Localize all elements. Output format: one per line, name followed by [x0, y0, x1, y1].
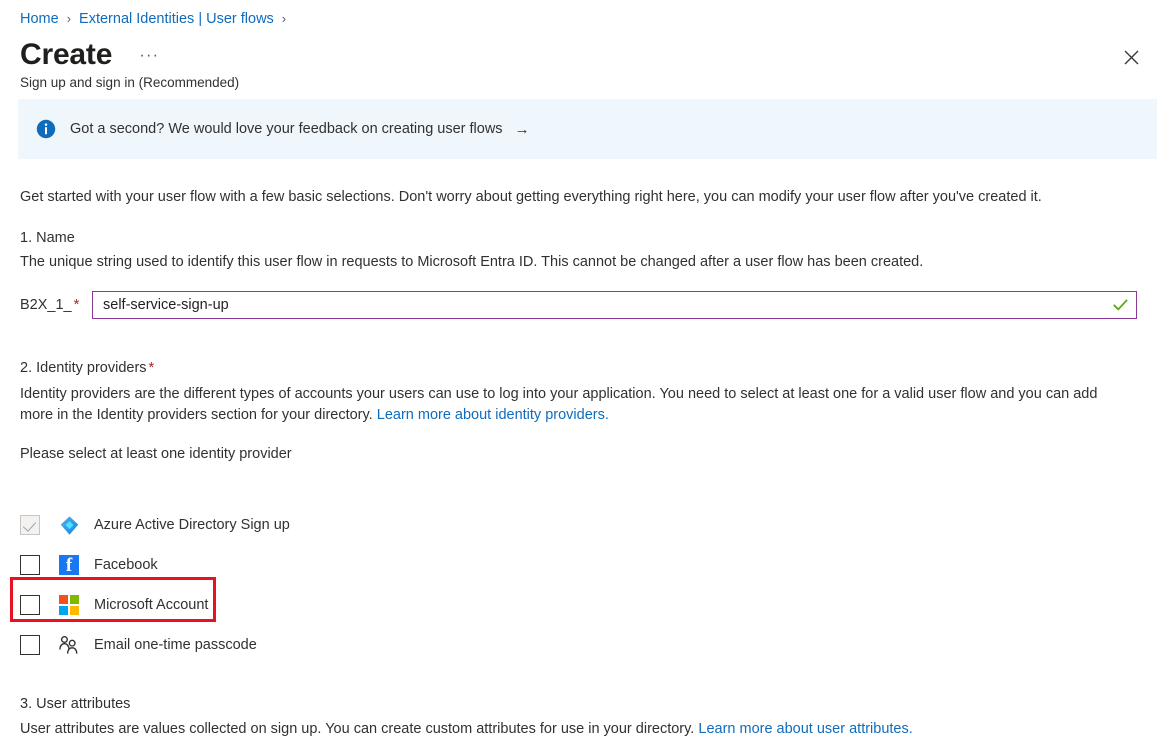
provider-label-azure-ad: Azure Active Directory Sign up — [94, 515, 290, 535]
close-button[interactable] — [1111, 38, 1151, 76]
close-icon — [1124, 50, 1139, 65]
name-prefix-label: B2X_1_* — [20, 295, 92, 315]
required-asterisk: * — [74, 297, 80, 313]
microsoft-icon — [58, 594, 80, 616]
info-icon — [36, 119, 56, 139]
provider-row-azure-ad[interactable]: Azure Active Directory Sign up — [0, 505, 1157, 545]
breadcrumb-separator-icon-2: › — [282, 9, 286, 29]
provider-row-email-otp[interactable]: Email one-time passcode — [0, 625, 1157, 665]
name-input[interactable] — [93, 292, 1136, 318]
providers-desc-line1: Identity providers are the different typ… — [20, 386, 1097, 402]
section-heading-identity-providers: 2. Identity providers* — [20, 358, 154, 378]
provider-checkbox-azure-ad — [20, 515, 40, 535]
identity-providers-learn-more-link[interactable]: Learn more about identity providers. — [377, 407, 609, 423]
providers-desc-line2: more in the Identity providers section f… — [20, 407, 373, 423]
provider-checkbox-email-otp[interactable] — [20, 635, 40, 655]
provider-row-facebook[interactable]: f Facebook — [0, 545, 1157, 585]
page-subtitle: Sign up and sign in (Recommended) — [20, 74, 239, 92]
section-heading-user-attributes: 3. User attributes — [20, 694, 130, 714]
name-input-wrapper — [92, 291, 1137, 319]
provider-label-microsoft-account: Microsoft Account — [94, 595, 208, 615]
more-options-button[interactable]: ··· — [134, 47, 164, 67]
feedback-banner[interactable]: Got a second? We would love your feedbac… — [18, 99, 1157, 159]
feedback-banner-text[interactable]: Got a second? We would love your feedbac… — [70, 119, 503, 139]
intro-text: Get started with your user flow with a f… — [20, 187, 1042, 207]
provider-checkbox-facebook[interactable] — [20, 555, 40, 575]
breadcrumb-item-external-identities[interactable]: External Identities | User flows — [79, 9, 274, 29]
valid-checkmark-icon — [1113, 298, 1128, 313]
user-attributes-learn-more-link[interactable]: Learn more about user attributes. — [698, 721, 912, 737]
identity-provider-list: Azure Active Directory Sign up f Faceboo… — [0, 505, 1157, 665]
contact-person-icon — [58, 634, 80, 656]
provider-checkbox-microsoft-account[interactable] — [20, 595, 40, 615]
provider-label-facebook: Facebook — [94, 555, 158, 575]
breadcrumb-separator-icon: › — [67, 9, 71, 29]
page-header: Create ··· — [20, 38, 164, 72]
arrow-right-icon[interactable]: → — [515, 121, 530, 138]
user-attributes-desc-text: User attributes are values collected on … — [20, 721, 694, 737]
section-description-name: The unique string used to identify this … — [20, 252, 923, 273]
breadcrumb: Home › External Identities | User flows … — [20, 9, 294, 29]
section-description-identity-providers: Identity providers are the different typ… — [20, 384, 1120, 426]
breadcrumb-item-home[interactable]: Home — [20, 9, 59, 29]
required-asterisk-providers: * — [149, 360, 155, 376]
name-field-row: B2X_1_* — [20, 291, 1137, 319]
azure-ad-icon — [58, 514, 80, 536]
facebook-icon: f — [58, 554, 80, 576]
provider-row-microsoft-account[interactable]: Microsoft Account — [0, 585, 1157, 625]
section-heading-name: 1. Name — [20, 228, 75, 248]
provider-label-email-otp: Email one-time passcode — [94, 635, 257, 655]
page-title: Create — [20, 38, 112, 72]
select-provider-prompt: Please select at least one identity prov… — [20, 444, 292, 465]
section-description-user-attributes: User attributes are values collected on … — [20, 719, 913, 740]
